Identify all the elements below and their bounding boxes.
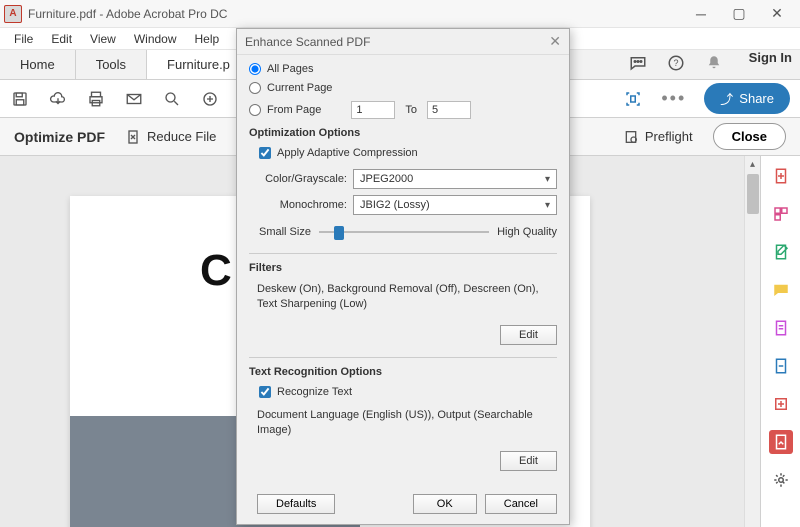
preflight-button[interactable]: Preflight — [623, 129, 693, 145]
panel-tool-edit[interactable] — [769, 240, 793, 264]
share-button[interactable]: ⤴ Share — [704, 83, 790, 114]
comment-icon[interactable] — [629, 54, 647, 75]
small-size-label: Small Size — [259, 226, 311, 238]
titlebar: A Furniture.pdf - Adobe Acrobat Pro DC ─… — [0, 0, 800, 28]
share-icon: ⤴ — [720, 89, 733, 108]
dialog-titlebar: Enhance Scanned PDF ✕ — [237, 29, 569, 55]
dialog-title: Enhance Scanned PDF — [245, 35, 370, 49]
preflight-icon — [623, 129, 639, 145]
reduce-file-icon — [125, 129, 141, 145]
radio-all-pages-label: All Pages — [267, 63, 313, 75]
color-grayscale-select[interactable]: JPEG2000 ▾ — [353, 169, 557, 189]
text-recognition-edit-button[interactable]: Edit — [500, 451, 557, 471]
scroll-thumb[interactable] — [747, 174, 759, 214]
enhance-scanned-pdf-dialog: Enhance Scanned PDF ✕ All Pages Current … — [236, 28, 570, 525]
print-icon[interactable] — [86, 89, 106, 109]
radio-from-page[interactable] — [249, 104, 261, 116]
to-label: To — [405, 104, 417, 116]
menu-window[interactable]: Window — [126, 30, 185, 48]
high-quality-label: High Quality — [497, 226, 557, 238]
slider-knob[interactable] — [334, 226, 344, 240]
filters-summary: Deskew (On), Background Removal (Off), D… — [257, 282, 557, 313]
scan-tool-icon[interactable] — [623, 89, 643, 109]
filters-edit-button[interactable]: Edit — [500, 325, 557, 345]
radio-current-page-label: Current Page — [267, 82, 332, 94]
checkbox-adaptive-compression[interactable] — [259, 147, 271, 159]
text-recognition-heading: Text Recognition Options — [249, 366, 557, 378]
panel-tool-comment[interactable] — [769, 278, 793, 302]
monochrome-label: Monochrome: — [259, 199, 347, 211]
close-window-button[interactable]: ✕ — [758, 0, 796, 28]
right-tool-panel — [760, 156, 800, 527]
maximize-button[interactable]: ▢ — [720, 0, 758, 28]
doc-heading: C — [200, 246, 232, 296]
ok-button[interactable]: OK — [413, 494, 477, 514]
menu-help[interactable]: Help — [187, 30, 228, 48]
quality-slider[interactable] — [319, 225, 489, 239]
color-grayscale-label: Color/Grayscale: — [259, 173, 347, 185]
cloud-icon[interactable] — [48, 89, 68, 109]
panel-tool-organize[interactable] — [769, 316, 793, 340]
save-icon[interactable] — [10, 89, 30, 109]
scroll-up-icon[interactable]: ▴ — [745, 156, 760, 172]
panel-tool-optimize[interactable] — [769, 430, 793, 454]
share-label: Share — [739, 91, 774, 106]
email-icon[interactable] — [124, 89, 144, 109]
optimize-pdf-label: Optimize PDF — [14, 129, 105, 145]
defaults-button[interactable]: Defaults — [257, 494, 335, 514]
close-tool-button[interactable]: Close — [713, 123, 786, 150]
minimize-button[interactable]: ─ — [682, 0, 720, 28]
text-recognition-summary: Document Language (English (US)), Output… — [257, 408, 557, 439]
monochrome-select[interactable]: JBIG2 (Lossy) ▾ — [353, 195, 557, 215]
page-nav-icon[interactable] — [200, 89, 220, 109]
tab-tools[interactable]: Tools — [76, 50, 147, 79]
panel-tool-create[interactable] — [769, 164, 793, 188]
recognize-text-label: Recognize Text — [277, 386, 352, 398]
help-icon[interactable]: ? — [667, 54, 685, 75]
panel-tool-combine[interactable] — [769, 202, 793, 226]
radio-all-pages[interactable] — [249, 63, 261, 75]
menu-edit[interactable]: Edit — [43, 30, 80, 48]
radio-from-page-label: From Page — [267, 104, 321, 116]
svg-text:?: ? — [673, 58, 678, 68]
panel-tool-protect[interactable] — [769, 354, 793, 378]
menu-file[interactable]: File — [6, 30, 41, 48]
reduce-file-label: Reduce File — [147, 129, 216, 144]
more-icon[interactable]: ••• — [661, 88, 686, 109]
tab-home[interactable]: Home — [0, 50, 76, 79]
app-icon: A — [4, 5, 22, 23]
cancel-button[interactable]: Cancel — [485, 494, 557, 514]
radio-current-page[interactable] — [249, 82, 261, 94]
checkbox-recognize-text[interactable] — [259, 386, 271, 398]
chevron-down-icon: ▾ — [545, 174, 550, 185]
bell-icon[interactable] — [705, 54, 723, 75]
adaptive-compression-label: Apply Adaptive Compression — [277, 147, 418, 159]
search-icon[interactable] — [162, 89, 182, 109]
color-grayscale-value: JPEG2000 — [360, 173, 413, 185]
monochrome-value: JBIG2 (Lossy) — [360, 199, 430, 211]
panel-tool-export[interactable] — [769, 392, 793, 416]
chevron-down-icon: ▾ — [545, 200, 550, 211]
to-page-input[interactable]: 5 — [427, 101, 471, 119]
window-title: Furniture.pdf - Adobe Acrobat Pro DC — [28, 7, 682, 21]
dialog-close-icon[interactable]: ✕ — [549, 33, 561, 50]
reduce-file-button[interactable]: Reduce File — [125, 129, 216, 145]
optimization-heading: Optimization Options — [249, 127, 557, 139]
vertical-scrollbar[interactable]: ▴ — [744, 156, 760, 527]
sign-in-button[interactable]: Sign In — [741, 50, 800, 79]
preflight-label: Preflight — [645, 129, 693, 144]
panel-tool-more[interactable] — [769, 468, 793, 492]
menu-view[interactable]: View — [82, 30, 124, 48]
from-page-input[interactable]: 1 — [351, 101, 395, 119]
filters-heading: Filters — [249, 262, 557, 274]
